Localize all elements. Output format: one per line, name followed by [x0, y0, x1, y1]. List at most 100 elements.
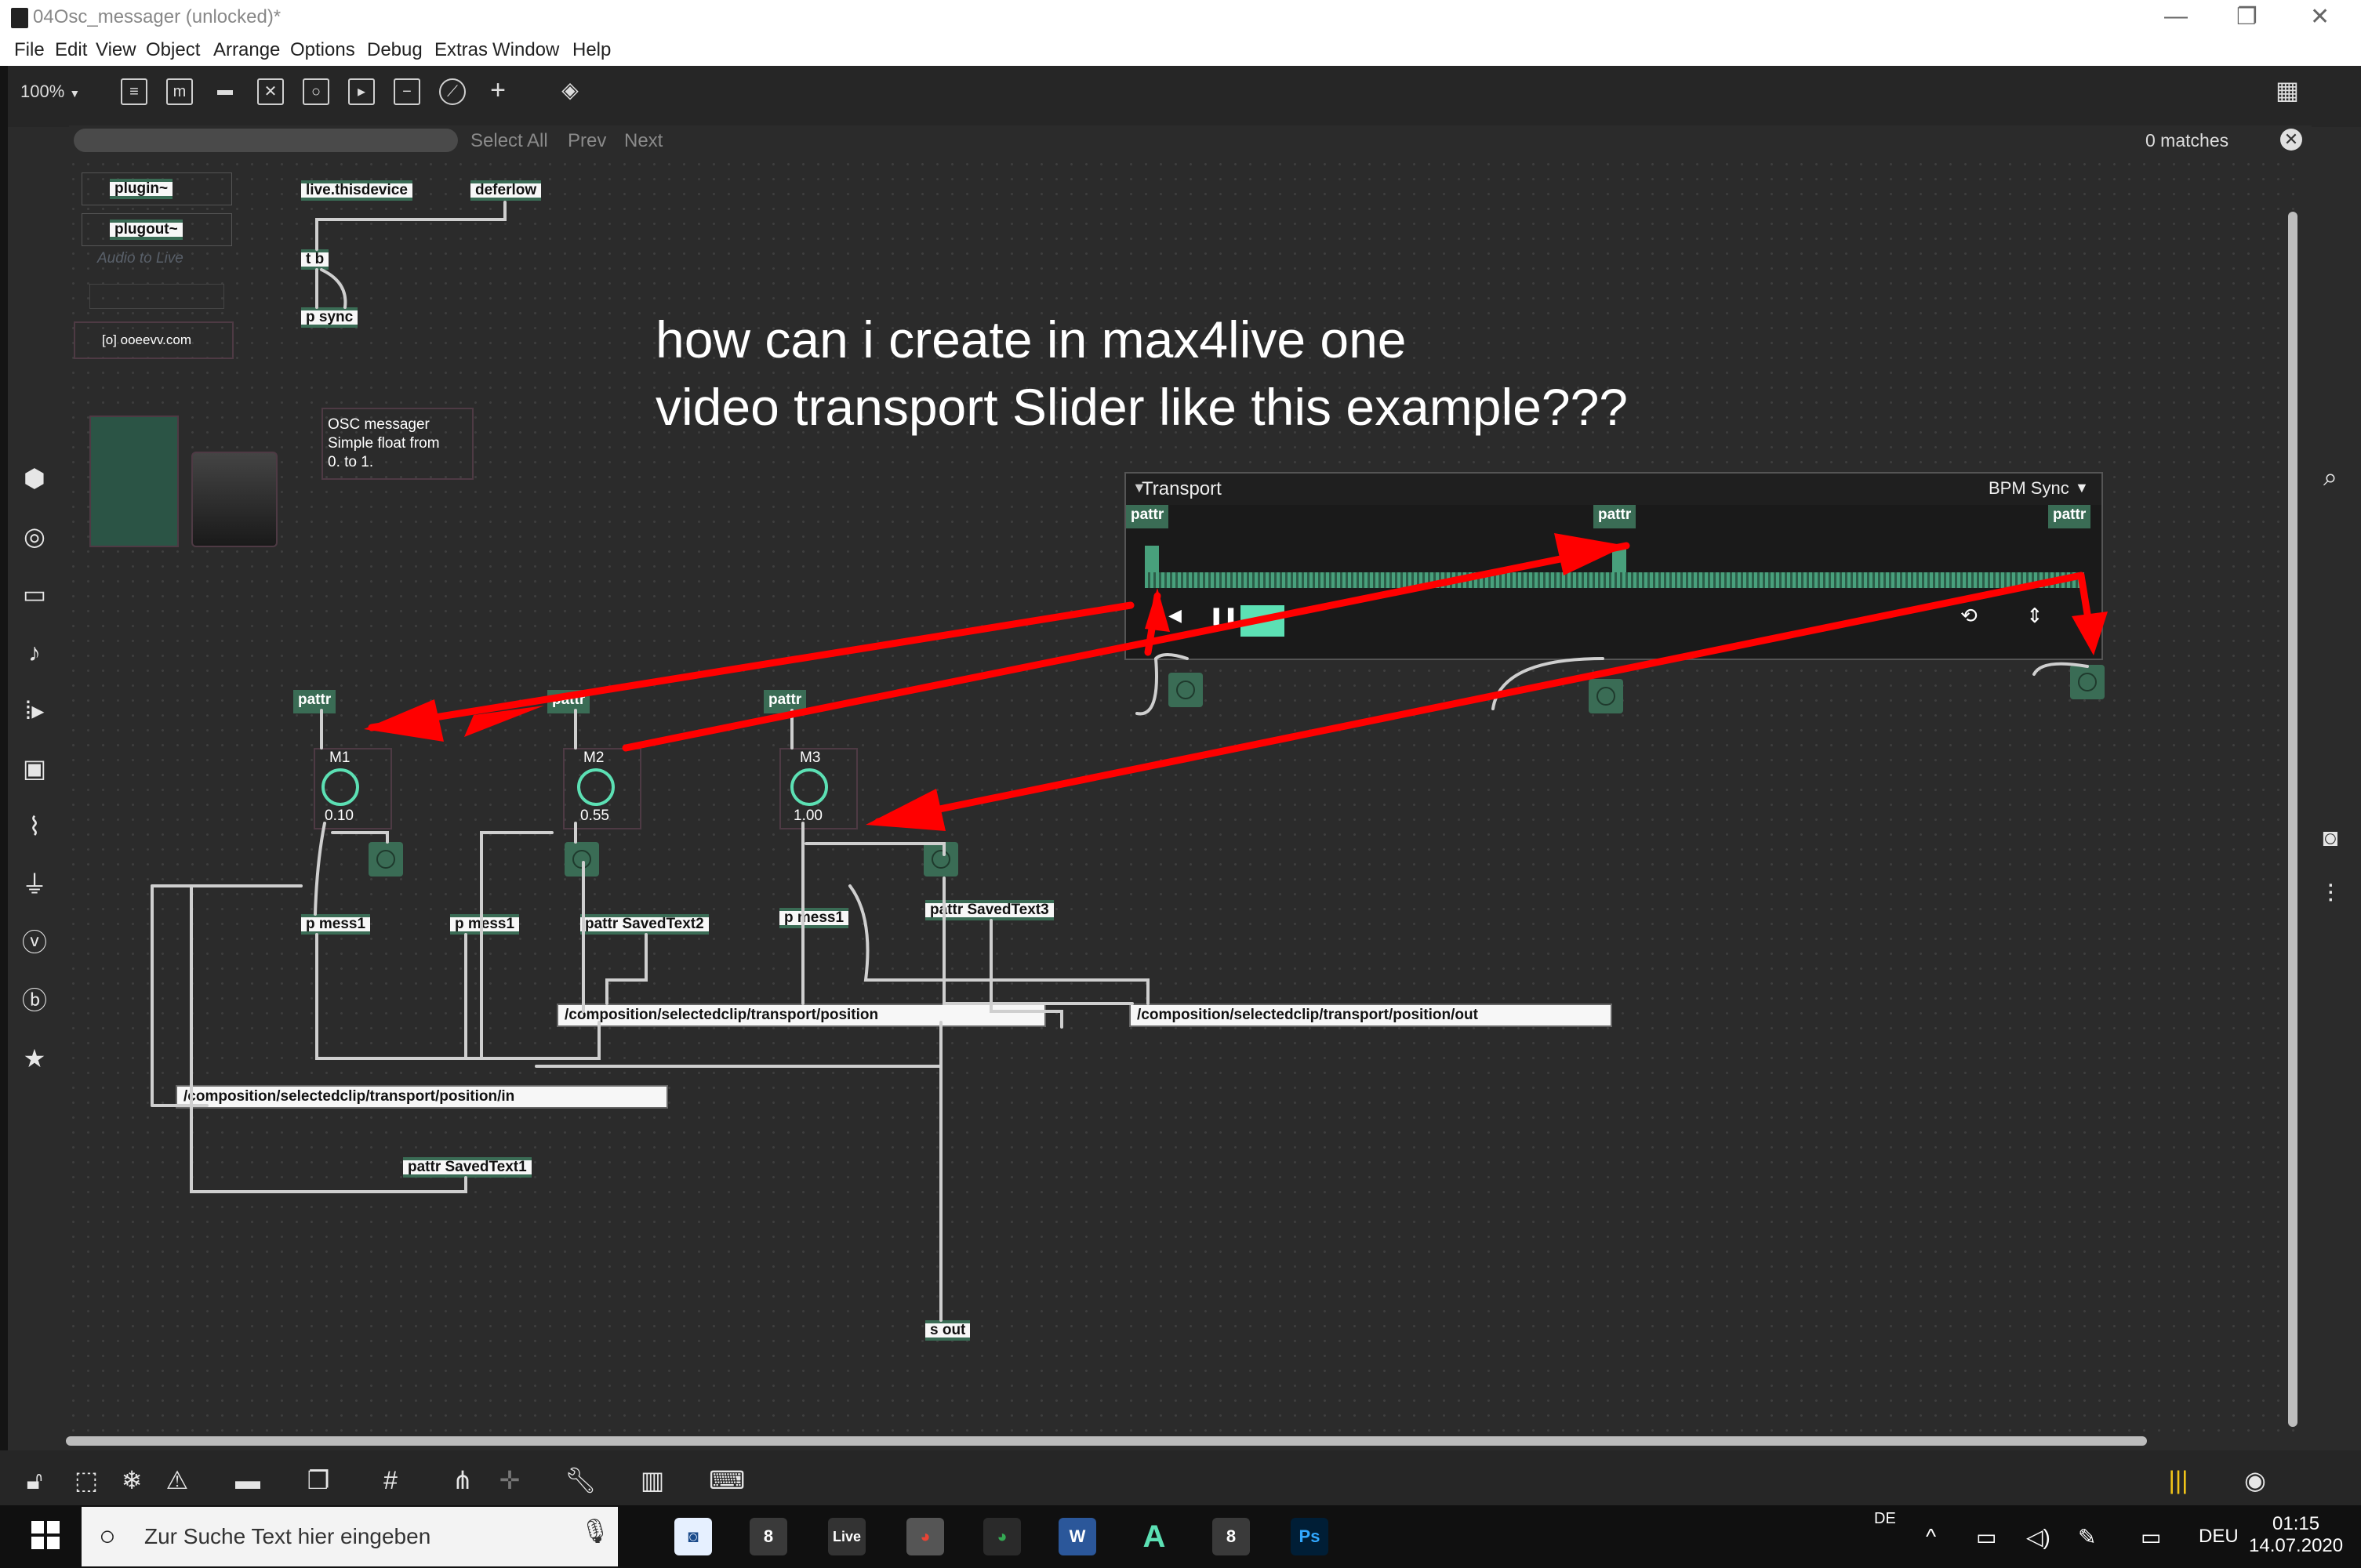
display-icon[interactable]: ▭: [2141, 1524, 2161, 1550]
find-bar: Select All Prev Next 0 matches ✕: [69, 125, 2312, 157]
prev-button[interactable]: Prev: [568, 130, 606, 152]
patch-cords: [151, 201, 2108, 1322]
button-icon[interactable]: ○: [303, 78, 329, 105]
mixer-icon[interactable]: ⫶: [2315, 878, 2346, 909]
hierarchy-icon[interactable]: ⋔: [447, 1465, 478, 1496]
language-indicator[interactable]: DEU: [2199, 1526, 2239, 1548]
patcher-canvas[interactable]: plugin~ plugout~ Audio to Live [o] ooeev…: [66, 157, 2297, 1443]
title-bar: 04Osc_messager (unlocked)* — ❐ ✕: [0, 0, 2361, 38]
microphone-icon[interactable]: 🎙︎: [580, 1518, 610, 1545]
taskbar-search-box[interactable]: ○ Zur Suche Text hier eingeben 🎙︎: [82, 1507, 618, 1566]
menu-debug[interactable]: Debug: [367, 39, 423, 61]
sequence-icon[interactable]: ⁞▸: [19, 695, 50, 726]
keyboard-icon[interactable]: ⌨: [709, 1465, 745, 1496]
taskbar-search-placeholder: Zur Suche Text hier eingeben: [144, 1524, 431, 1548]
windows-icon[interactable]: ❐: [303, 1465, 334, 1496]
clock-date: 14.07.2020: [2249, 1535, 2344, 1556]
horizontal-scrollbar[interactable]: [66, 1436, 2147, 1446]
match-count: 0 matches: [2145, 130, 2229, 151]
menu-view[interactable]: View: [96, 39, 136, 61]
grid-icon[interactable]: ▦: [2274, 78, 2301, 105]
next-button[interactable]: Next: [624, 130, 663, 152]
paint-bucket-icon[interactable]: ◈: [557, 78, 583, 105]
chevron-down-icon: ▼: [69, 87, 81, 100]
ableton-live-icon[interactable]: Live: [828, 1518, 866, 1555]
dial-icon[interactable]: ⟋: [439, 78, 466, 105]
max-app-icon-2[interactable]: 8: [1212, 1518, 1250, 1555]
arena-icon[interactable]: A: [1135, 1518, 1173, 1555]
grid-lines-icon[interactable]: #: [375, 1465, 406, 1496]
app-icon: [11, 8, 28, 28]
menu-edit[interactable]: Edit: [55, 39, 87, 61]
message-box-icon[interactable]: m: [166, 78, 193, 105]
number-icon[interactable]: ▸: [348, 78, 375, 105]
comment-icon[interactable]: ▬: [212, 78, 238, 105]
chevron-up-icon[interactable]: ^: [1926, 1524, 1936, 1549]
music-note-icon[interactable]: ♪: [19, 637, 50, 668]
lock-icon[interactable]: 🔓︎: [19, 1465, 50, 1496]
menu-file[interactable]: File: [14, 39, 45, 61]
vertical-scrollbar[interactable]: [2288, 212, 2297, 1427]
star-icon[interactable]: ★: [19, 1043, 50, 1074]
menu-window[interactable]: Window: [492, 39, 559, 61]
windows-taskbar: ○ Zur Suche Text hier eingeben 🎙︎ ◙ 8 Li…: [0, 1505, 2361, 1568]
image-icon[interactable]: ▣: [19, 753, 50, 784]
freeze-icon[interactable]: ❄: [116, 1465, 147, 1496]
left-sidebar: ⬢ ◎ ▭ ♪ ⁞▸ ▣ ⌇ ⏚ ⓥ ⓑ ★: [8, 463, 63, 1090]
word-icon[interactable]: W: [1059, 1518, 1096, 1555]
search-circle-icon: ○: [99, 1519, 116, 1552]
screenshot-app-icon[interactable]: ◙: [674, 1518, 712, 1555]
v-icon[interactable]: ⓥ: [19, 927, 50, 958]
toolbar: 100% ▼ ≡ m ▬ ✕ ○ ▸ − ⟋ + ◈ ▦: [0, 66, 2361, 127]
menu-arrange[interactable]: Arrange: [213, 39, 280, 61]
film-icon[interactable]: ▭: [19, 579, 50, 610]
bottom-toolbar: 🔓︎ ⬚ ❄ ⚠ ▬ ❐ # ⋔ ✛ 🔧︎ ▥ ⌨ ||| ◉: [0, 1450, 2361, 1505]
window-title: 04Osc_messager (unlocked)*: [33, 6, 282, 27]
camera-icon[interactable]: ◙: [2315, 822, 2346, 853]
pen-icon[interactable]: ✎: [2078, 1524, 2096, 1550]
b-icon[interactable]: ⓑ: [19, 985, 50, 1016]
right-sidebar: ⌕ ◙ ⫶: [2297, 157, 2361, 1505]
left-edge: [0, 66, 8, 1504]
menu-help[interactable]: Help: [572, 39, 611, 61]
minimize-button[interactable]: —: [2164, 3, 2188, 30]
chrome-icon-2[interactable]: ◕: [983, 1518, 1021, 1555]
meter-icon[interactable]: |||: [2163, 1465, 2194, 1496]
chrome-icon-1[interactable]: ◕: [906, 1518, 944, 1555]
zoom-select[interactable]: 100% ▼: [20, 82, 80, 102]
battery-icon[interactable]: ▭: [1976, 1524, 1996, 1550]
piano-icon[interactable]: ▥: [637, 1465, 668, 1496]
photoshop-icon[interactable]: Ps: [1291, 1518, 1328, 1555]
toggle-icon[interactable]: ✕: [257, 78, 284, 105]
list-icon[interactable]: ≡: [121, 78, 147, 105]
audio-on-icon[interactable]: ◉: [2239, 1465, 2271, 1496]
paperclip-icon[interactable]: ⌇: [19, 811, 50, 842]
add-icon[interactable]: +: [485, 77, 511, 105]
menu-options[interactable]: Options: [290, 39, 355, 61]
restore-button[interactable]: ❐: [2236, 3, 2257, 31]
slider-icon[interactable]: −: [394, 78, 420, 105]
warning-icon[interactable]: ⚠: [162, 1465, 193, 1496]
add-hierarchy-icon[interactable]: ✛: [494, 1465, 525, 1496]
presentation-icon[interactable]: ⬚: [71, 1465, 102, 1496]
clock-time: 01:15: [2272, 1513, 2320, 1534]
select-all-button[interactable]: Select All: [470, 130, 548, 152]
language-indicator-top: DE: [1874, 1510, 1896, 1527]
zoom-value: 100%: [20, 82, 65, 101]
menu-object[interactable]: Object: [146, 39, 200, 61]
package-icon[interactable]: ⬢: [19, 463, 50, 494]
target-icon[interactable]: ◎: [19, 521, 50, 552]
wrench-icon[interactable]: 🔧︎: [565, 1465, 597, 1496]
close-button[interactable]: ✕: [2310, 3, 2330, 31]
menu-bar: File Edit View Object Arrange Options De…: [0, 38, 2361, 66]
taskbar-clock[interactable]: 01:15 14.07.2020: [2249, 1513, 2343, 1557]
volume-icon[interactable]: ◁): [2026, 1524, 2050, 1550]
menu-extras[interactable]: Extras: [434, 39, 488, 61]
plug-icon[interactable]: ⏚: [19, 869, 50, 900]
search-icon[interactable]: ⌕: [2315, 461, 2346, 492]
find-close-icon[interactable]: ✕: [2280, 129, 2302, 151]
windows-start-icon[interactable]: [31, 1521, 60, 1549]
comment-bubble-icon[interactable]: ▬: [232, 1465, 263, 1496]
find-input[interactable]: [74, 129, 458, 152]
max-app-icon-1[interactable]: 8: [750, 1518, 787, 1555]
